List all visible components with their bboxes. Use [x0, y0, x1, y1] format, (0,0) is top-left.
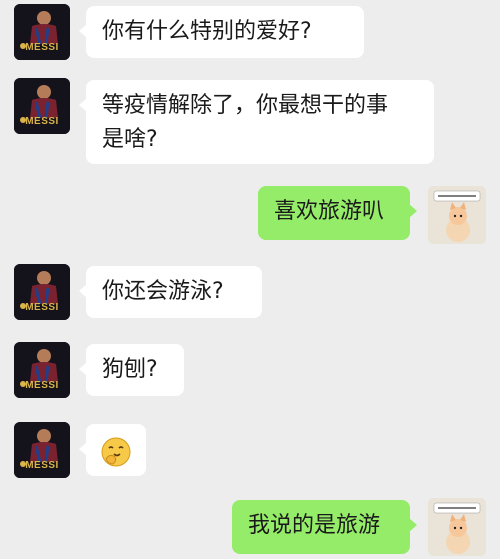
- self-avatar[interactable]: [428, 186, 486, 244]
- outgoing-message-bubble[interactable]: 我说的是旅游: [232, 500, 417, 554]
- avatar-label: MESSI: [25, 380, 59, 391]
- incoming-message-bubble[interactable]: 你有什么特别的爱好?: [79, 6, 364, 58]
- incoming-message-bubble[interactable]: [79, 424, 146, 476]
- incoming-message-bubble[interactable]: 狗刨?: [79, 344, 184, 396]
- outgoing-message-bubble[interactable]: 喜欢旅游叭: [258, 186, 417, 240]
- incoming-message-bubble[interactable]: 等疫情解除了，你最想干的事 是啥?: [79, 80, 434, 164]
- cat-avatar-icon: [428, 186, 486, 244]
- message-text-line-2: 是啥?: [102, 127, 158, 152]
- incoming-message-bubble[interactable]: 你还会游泳?: [79, 266, 262, 318]
- self-avatar[interactable]: [428, 498, 486, 556]
- avatar-label: MESSI: [25, 460, 59, 471]
- message-text: 你还会游泳?: [102, 279, 224, 304]
- cat-avatar-icon: [428, 498, 486, 556]
- contact-avatar[interactable]: MESSI: [14, 78, 70, 134]
- message-text: 喜欢旅游叭: [274, 199, 385, 224]
- contact-avatar[interactable]: MESSI: [14, 264, 70, 320]
- smirk-hand-over-mouth-emoji-icon: [101, 437, 131, 467]
- message-text: 狗刨?: [102, 357, 158, 382]
- contact-avatar[interactable]: MESSI: [14, 4, 70, 60]
- message-text-line-1: 等疫情解除了，你最想干的事: [102, 93, 389, 118]
- message-text: 你有什么特别的爱好?: [102, 19, 312, 44]
- contact-avatar[interactable]: MESSI: [14, 342, 70, 398]
- avatar-label: MESSI: [25, 116, 59, 127]
- avatar-label: MESSI: [25, 302, 59, 313]
- contact-avatar[interactable]: MESSI: [14, 422, 70, 478]
- avatar-label: MESSI: [25, 42, 59, 53]
- message-text: 我说的是旅游: [248, 513, 381, 538]
